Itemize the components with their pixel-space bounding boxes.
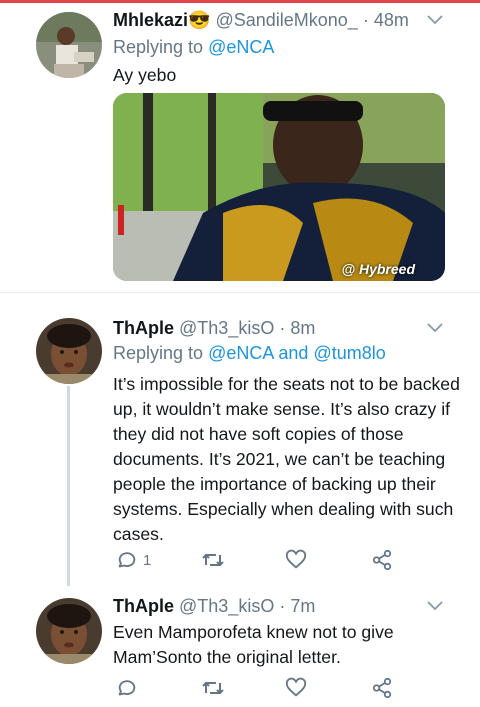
replying-prefix: Replying to (113, 343, 204, 363)
share-button[interactable] (371, 676, 393, 700)
retweet-button[interactable] (201, 548, 231, 572)
display-name[interactable]: ThAple (113, 596, 174, 616)
mention-link[interactable]: @tum8lo (313, 343, 385, 363)
reply-icon (118, 680, 136, 696)
display-name[interactable]: ThAple (113, 318, 174, 338)
tweet-3[interactable]: ThAple @Th3_kisO · 7m Even Mamporofeta k… (0, 586, 480, 707)
user-handle[interactable]: @Th3_kisO (179, 318, 274, 338)
media-watermark: @ Hybreed (341, 261, 415, 277)
retweet-button[interactable] (201, 676, 231, 700)
tweet-actions (113, 676, 413, 700)
display-name[interactable]: Mhlekazi😎 (113, 10, 210, 30)
timestamp[interactable]: 7m (290, 596, 315, 616)
avatar[interactable] (36, 598, 102, 664)
like-button[interactable] (285, 548, 313, 572)
replying-joiner: and (278, 343, 309, 363)
reply-count: 1 (143, 551, 152, 569)
tweet-2[interactable]: ThAple @Th3_kisO · 8m Replying to @eNCA … (0, 293, 480, 586)
separator-dot: · (279, 596, 286, 616)
thread-line (67, 386, 70, 586)
replying-to: Replying to @eNCA (113, 37, 274, 58)
share-button[interactable] (371, 548, 393, 572)
retweet-icon (202, 553, 224, 567)
retweet-icon (202, 681, 224, 695)
mention-link[interactable]: @eNCA (208, 37, 274, 57)
mention-link[interactable]: @eNCA (208, 343, 273, 363)
share-icon (372, 677, 392, 699)
tweet-text: Even Mamporofeta knew not to give Mam’So… (113, 622, 394, 667)
avatar[interactable] (36, 318, 102, 384)
timestamp[interactable]: 8m (290, 318, 315, 338)
chevron-down-icon[interactable] (427, 601, 443, 611)
user-handle[interactable]: @SandileMkono_ (215, 10, 357, 30)
like-icon (285, 677, 307, 697)
chevron-down-icon[interactable] (427, 323, 443, 333)
reply-button[interactable] (115, 676, 143, 700)
tweet-text: Ay yebo (113, 65, 177, 85)
chevron-down-icon[interactable] (427, 15, 443, 25)
tweet-actions: 1 (113, 548, 413, 572)
tweet-text: It’s impossible for the seats not to be … (113, 374, 460, 544)
timestamp[interactable]: 48m (374, 10, 409, 30)
tweet-media-image[interactable]: @ Hybreed (113, 93, 445, 281)
separator-dot: · (362, 10, 369, 30)
separator-dot: · (279, 318, 286, 338)
like-icon (285, 549, 307, 569)
reply-button[interactable]: 1 (115, 548, 151, 572)
replying-prefix: Replying to (113, 37, 204, 57)
tweet-header: Mhlekazi😎 @SandileMkono_ · 48m (113, 10, 409, 31)
reply-icon (118, 552, 136, 568)
tweet-1[interactable]: Mhlekazi😎 @SandileMkono_ · 48m Replying … (0, 0, 480, 292)
share-icon (372, 549, 392, 571)
tweet-header: ThAple @Th3_kisO · 8m (113, 318, 315, 339)
tweet-header: ThAple @Th3_kisO · 7m (113, 596, 315, 617)
user-handle[interactable]: @Th3_kisO (179, 596, 274, 616)
avatar[interactable] (36, 12, 102, 78)
like-button[interactable] (285, 676, 313, 700)
replying-to: Replying to @eNCA and @tum8lo (113, 343, 386, 364)
